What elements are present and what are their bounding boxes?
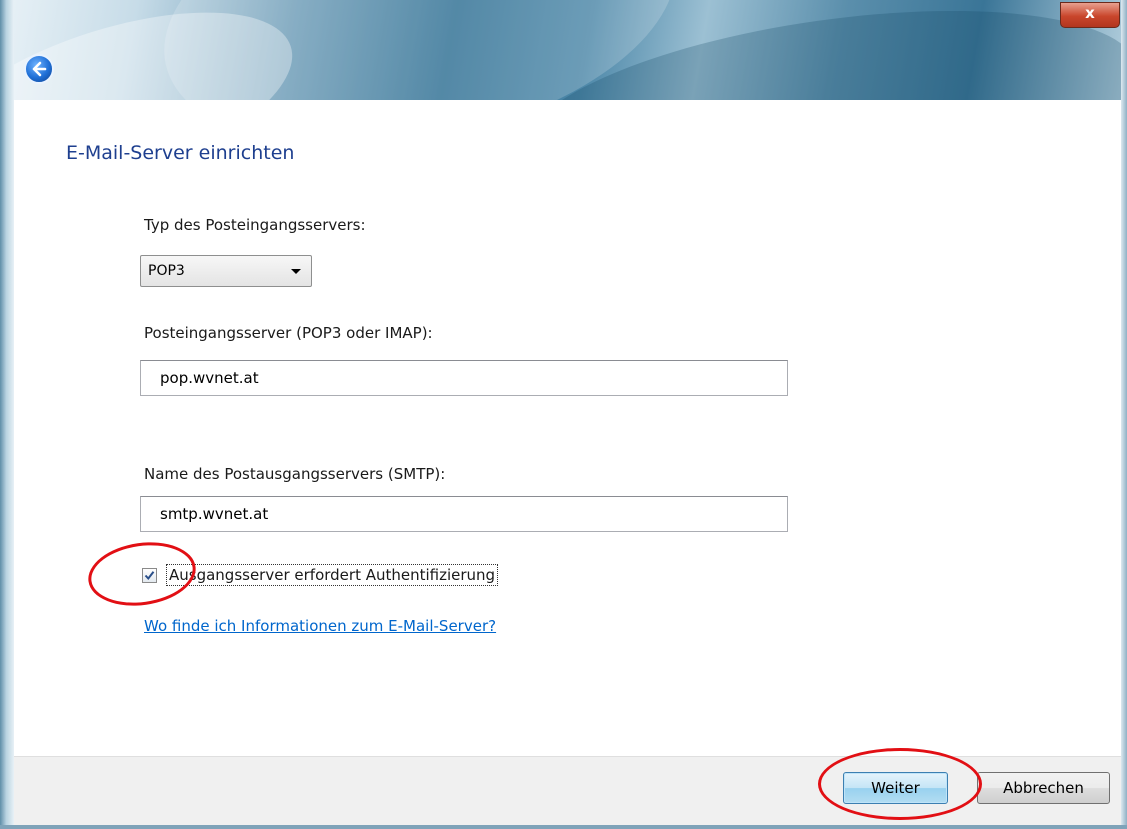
incoming-server-field[interactable]	[140, 360, 788, 396]
window-frame-bottom	[0, 825, 1127, 829]
chevron-down-icon	[291, 269, 301, 274]
back-arrow-icon	[32, 61, 47, 77]
incoming-type-label: Typ des Posteingangsservers:	[144, 216, 366, 234]
content-area	[14, 100, 1121, 756]
checkmark-icon	[144, 571, 155, 581]
window-frame-right	[1121, 0, 1127, 829]
incoming-type-dropdown[interactable]: POP3	[140, 255, 312, 287]
outgoing-server-field[interactable]	[140, 496, 788, 532]
back-button[interactable]	[24, 54, 54, 84]
close-icon: x	[1085, 4, 1095, 22]
incoming-type-value: POP3	[148, 263, 185, 279]
incoming-server-input[interactable]	[141, 361, 787, 395]
incoming-server-label: Posteingangsserver (POP3 oder IMAP):	[144, 324, 433, 342]
auth-checkbox[interactable]	[142, 568, 157, 583]
outgoing-server-label: Name des Postausgangsservers (SMTP):	[144, 465, 446, 483]
next-button[interactable]: Weiter	[843, 772, 948, 804]
setup-dialog: x E-Mail-Server einrichten Typ des Poste…	[0, 0, 1127, 829]
title-bar: x	[0, 0, 1127, 100]
page-title: E-Mail-Server einrichten	[66, 142, 295, 164]
cancel-button[interactable]: Abbrechen	[977, 772, 1110, 804]
button-bar	[14, 756, 1121, 826]
help-link[interactable]: Wo finde ich Informationen zum E-Mail-Se…	[144, 617, 496, 635]
outgoing-server-input[interactable]	[141, 497, 787, 531]
close-button[interactable]: x	[1060, 2, 1120, 28]
auth-checkbox-label[interactable]: Ausgangsserver erfordert Authentifizieru…	[166, 564, 499, 586]
window-frame-left	[0, 0, 14, 829]
